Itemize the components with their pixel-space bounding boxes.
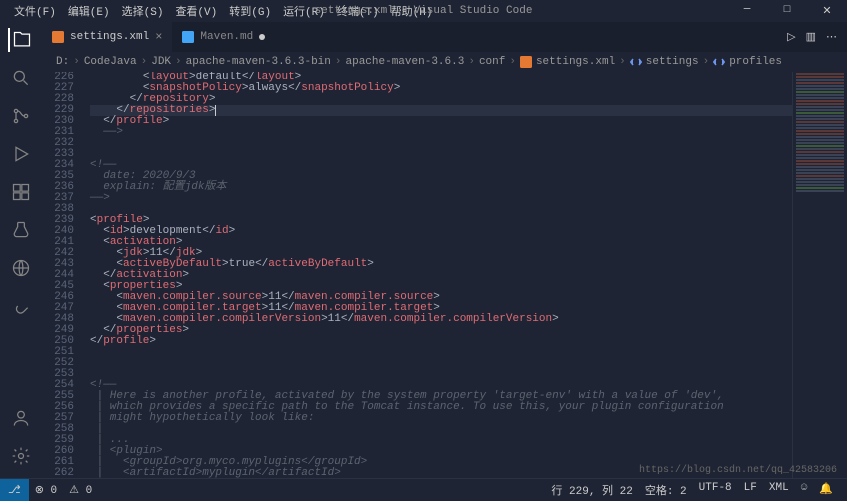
testing-icon[interactable] (9, 218, 33, 242)
source-control-icon[interactable] (9, 104, 33, 128)
line-gutter: 2262272282292302312322332342352362372382… (42, 72, 90, 478)
remote-indicator[interactable]: ⎇ (0, 479, 29, 501)
settings-icon[interactable] (9, 444, 33, 468)
md-file-icon (182, 31, 194, 43)
globe-icon[interactable] (9, 256, 33, 280)
account-icon[interactable] (9, 406, 33, 430)
bc-item[interactable]: D: (56, 56, 69, 68)
run-icon[interactable]: ▷ (787, 30, 795, 44)
status-bar: ⎇ ⊗ 0 ⚠ 0 行 229, 列 22 空格: 2 UTF-8 LF XML… (0, 478, 847, 500)
minimize-icon[interactable]: ─ (727, 4, 767, 18)
feedback-icon[interactable]: ☺ (795, 482, 814, 498)
bc-item[interactable]: apache-maven-3.6.3-bin (186, 56, 331, 68)
split-editor-icon[interactable]: ▥ (806, 30, 816, 44)
xml-file-icon (52, 31, 64, 43)
bc-item[interactable]: conf (479, 56, 505, 68)
tab-close-icon[interactable]: × (155, 30, 162, 44)
tab-label: Maven.md (200, 31, 253, 43)
xml-tag-icon (713, 56, 725, 68)
menu-view[interactable]: 查看(V) (169, 3, 223, 19)
menu-edit[interactable]: 编辑(E) (62, 3, 116, 19)
menu-go[interactable]: 转到(G) (223, 3, 277, 19)
code-content[interactable]: <layout>default</layout> <snapshotPolicy… (90, 72, 792, 478)
explorer-icon[interactable] (8, 28, 32, 52)
run-debug-icon[interactable] (9, 142, 33, 166)
tab-maven-md[interactable]: Maven.md (172, 22, 275, 52)
tab-label: settings.xml (70, 31, 149, 43)
bc-item[interactable]: settings.xml (536, 56, 615, 68)
bell-icon[interactable]: 🔔 (813, 482, 839, 498)
unsaved-dot-icon (259, 34, 265, 40)
code-editor[interactable]: 2262272282292302312322332342352362372382… (42, 72, 847, 478)
menu-file[interactable]: 文件(F) (8, 3, 62, 19)
cursor-position[interactable]: 行 229, 列 22 (545, 482, 638, 498)
menubar: 文件(F) 编辑(E) 选择(S) 查看(V) 转到(G) 运行(R) 终端(T… (0, 0, 847, 22)
menu-selection[interactable]: 选择(S) (116, 3, 170, 19)
bc-item[interactable]: JDK (151, 56, 171, 68)
xml-tag-icon (630, 56, 642, 68)
close-icon[interactable]: ✕ (807, 4, 847, 18)
language-mode[interactable]: XML (763, 482, 795, 498)
activity-bar (0, 22, 42, 478)
search-icon[interactable] (9, 66, 33, 90)
window-title: settings.xml - Visual Studio Code (315, 5, 533, 17)
encoding[interactable]: UTF-8 (693, 482, 738, 498)
errors-count[interactable]: ⊗ 0 (29, 483, 63, 497)
xml-file-icon (520, 56, 532, 68)
bc-item[interactable]: CodeJava (84, 56, 137, 68)
tab-settings-xml[interactable]: settings.xml × (42, 22, 172, 52)
minimap[interactable] (792, 72, 847, 478)
bc-item[interactable]: profiles (729, 56, 782, 68)
indentation[interactable]: 空格: 2 (639, 482, 693, 498)
clip-icon[interactable] (9, 294, 33, 318)
bc-item[interactable]: settings (646, 56, 699, 68)
breadcrumb[interactable]: D:› CodeJava› JDK› apache-maven-3.6.3-bi… (42, 52, 847, 72)
watermark: https://blog.csdn.net/qq_42583206 (639, 465, 837, 476)
maximize-icon[interactable]: □ (767, 4, 807, 18)
tab-bar: settings.xml × Maven.md ▷ ▥ ⋯ (42, 22, 847, 52)
bc-item[interactable]: apache-maven-3.6.3 (346, 56, 465, 68)
warnings-count[interactable]: ⚠ 0 (63, 483, 98, 497)
eol[interactable]: LF (738, 482, 763, 498)
more-icon[interactable]: ⋯ (826, 30, 837, 44)
extensions-icon[interactable] (9, 180, 33, 204)
